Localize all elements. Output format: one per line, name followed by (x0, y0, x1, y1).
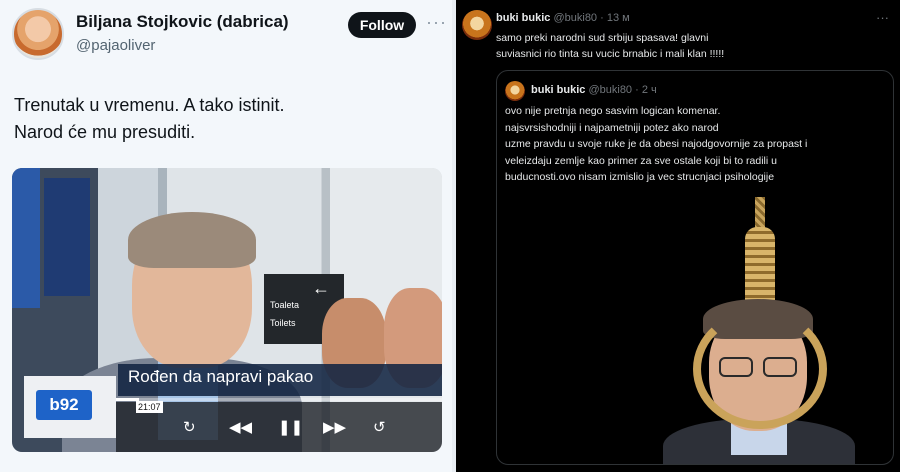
post-text-line: Narod će mu presuditi. (14, 122, 196, 142)
author-name: buki bukic (531, 84, 586, 96)
arrow-left-icon: ← (312, 278, 330, 298)
left-post-panel: Biljana Stojkovic (dabrica) @pajaoliver … (0, 0, 452, 472)
post-text-line: suviasnici rio tinta su vucic brnabic i … (496, 48, 725, 60)
author-handle: @buki80 (588, 84, 633, 96)
author-name[interactable]: Biljana Stojkovic (dabrica) (76, 12, 289, 32)
post-text: samo preki narodni sud srbiju spasava! g… (496, 30, 886, 62)
quoted-text-line: najsvrsishodniji i najpametniji potez ak… (505, 121, 719, 134)
rewind-icon[interactable]: ◀◀ (229, 420, 252, 436)
author-name[interactable]: buki bukic (496, 12, 550, 24)
author-handle[interactable]: @pajaoliver (76, 37, 155, 54)
pause-icon[interactable]: ❚❚ (278, 420, 303, 436)
post-text: Trenutak u vremenu. A tako istinit. Naro… (14, 92, 434, 146)
quoted-text: ovo nije pretnja nego sasvim logican kom… (505, 103, 889, 186)
time-badge: 21:07 (136, 401, 163, 413)
post-time: · 2 ч (635, 84, 657, 96)
quoted-text-line: ovo nije pretnja nego sasvim logican kom… (505, 105, 721, 117)
post-header: buki bukic @buki80 · 13 м (496, 12, 630, 24)
video-player[interactable]: Toaleta Toilets ← Rođen da napravi pakao… (12, 168, 442, 452)
right-post-panel: buki bukic @buki80 · 13 м ··· samo preki… (456, 0, 900, 472)
quoted-text-line: veleizdaju zemlje kao primer za sve osta… (505, 154, 777, 167)
author-handle[interactable]: @buki80 (553, 12, 597, 24)
rope (755, 197, 765, 229)
more-icon[interactable]: ··· (876, 10, 889, 25)
quoted-text-line: uzme pravdu u svoje ruke je da obesi naj… (505, 138, 808, 150)
video-caption: Rođen da napravi pakao (128, 367, 314, 386)
avatar[interactable] (462, 10, 492, 40)
background-sign (12, 168, 40, 308)
quoted-text-line: buducnosti.ovo nisam izmislio ja vec str… (505, 171, 775, 183)
quoted-header: buki bukic @buki80 · 2 ч (531, 84, 657, 96)
post-text-line: Trenutak u vremenu. A tako istinit. (14, 95, 285, 115)
replay-icon[interactable]: ↻ (183, 420, 196, 436)
refresh-icon[interactable]: ↺ (373, 420, 386, 436)
more-icon[interactable]: ··· (426, 12, 447, 33)
avatar[interactable] (12, 8, 64, 60)
noose-loop (693, 309, 827, 429)
follow-button[interactable]: Follow (348, 12, 416, 38)
post-text-line: samo preki narodni sud srbiju spasava! g… (496, 32, 709, 44)
progress-track[interactable] (116, 398, 442, 401)
avatar (505, 81, 525, 101)
quoted-post[interactable]: buki bukic @buki80 · 2 ч ovo nije pretnj… (496, 70, 894, 465)
fast-forward-icon[interactable]: ▶▶ (323, 420, 346, 436)
channel-logo: b92 (36, 390, 92, 420)
post-time[interactable]: · 13 м (600, 12, 630, 24)
